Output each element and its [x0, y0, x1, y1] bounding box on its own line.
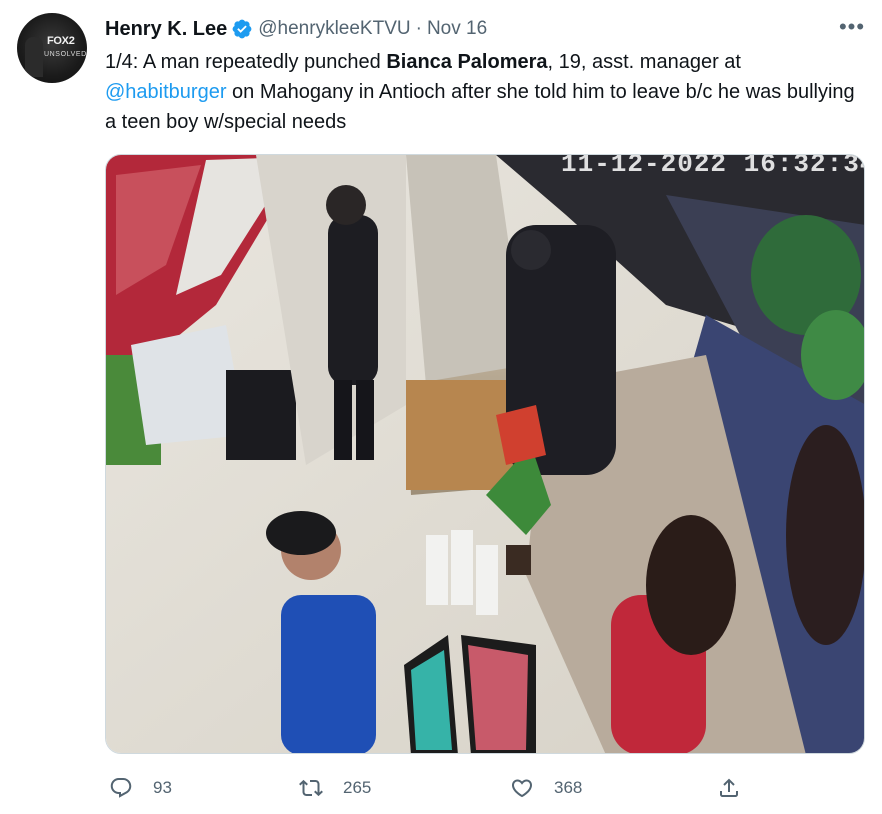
tweet-text-part1: 1/4: A man repeatedly punched [105, 51, 387, 73]
tweet-actions: 93 265 368 [105, 770, 755, 806]
avatar[interactable]: FOX2 UNSOLVED [17, 13, 87, 83]
avatar-figure [25, 37, 43, 77]
tweet-timestamp[interactable]: Nov 16 [427, 18, 487, 40]
like-count: 368 [554, 778, 583, 797]
retweet-button[interactable]: 265 [299, 770, 371, 806]
like-button[interactable]: 368 [510, 770, 582, 806]
retweet-icon [299, 779, 323, 797]
surveillance-frame [106, 155, 864, 753]
tweet-text-part2: , 19, asst. manager at [547, 51, 741, 73]
author-handle[interactable]: @henrykleeKTVU [258, 18, 410, 40]
mention-link[interactable]: @habitburger [105, 81, 226, 103]
author-display-name[interactable]: Henry K. Lee [105, 18, 227, 41]
tweet-text: 1/4: A man repeatedly punched Bianca Pal… [105, 47, 865, 137]
tweet-text-bold-name: Bianca Palomera [386, 51, 548, 73]
more-options-icon[interactable]: ••• [836, 14, 868, 40]
avatar-sub-text: UNSOLVED [44, 51, 87, 58]
share-button[interactable] [717, 770, 741, 806]
video-overlay-timestamp: 11-12-2022 16:32:34 [561, 154, 865, 179]
avatar-logo-text: FOX2 [47, 35, 75, 47]
reply-count: 93 [153, 778, 172, 797]
tweet[interactable]: FOX2 UNSOLVED Henry K. Lee @henrykleeKTV… [0, 0, 882, 814]
retweet-count: 265 [343, 778, 372, 797]
like-icon [511, 779, 533, 798]
verified-badge-icon [231, 18, 253, 40]
separator-dot: · [415, 18, 422, 39]
reply-button[interactable]: 93 [109, 770, 172, 806]
tweet-media-video[interactable]: 11-12-2022 16:32:34 [105, 154, 865, 754]
share-icon [720, 778, 738, 797]
tweet-header: Henry K. Lee @henrykleeKTVU · Nov 16 [105, 16, 487, 42]
reply-icon [110, 778, 132, 798]
